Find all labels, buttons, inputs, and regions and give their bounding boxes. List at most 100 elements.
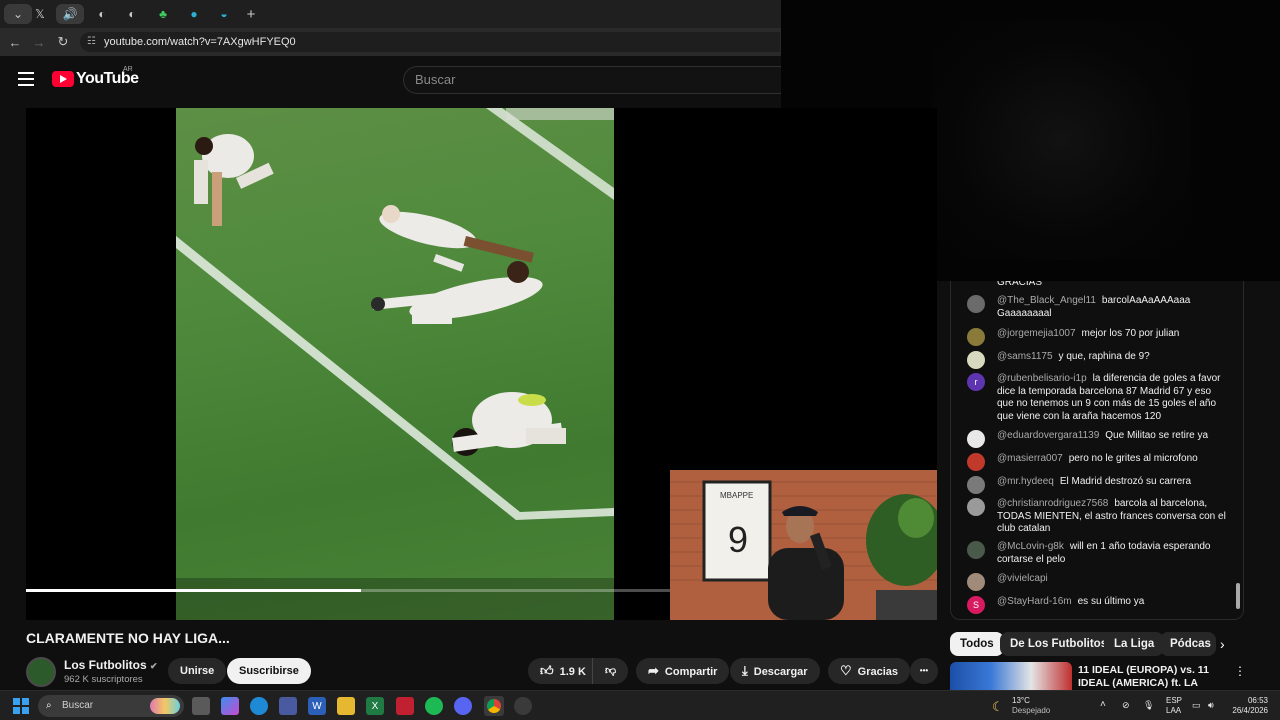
- clock-date[interactable]: 26/4/2026: [1224, 706, 1268, 716]
- chat-message: @christianrodriguez7568 barcola al barcel…: [967, 498, 1229, 536]
- thanks-button[interactable]: ♡ Gracias: [828, 658, 911, 684]
- chrome-icon[interactable]: [484, 696, 504, 716]
- like-count: 1.9 K: [559, 666, 586, 678]
- chat-avatar[interactable]: [967, 573, 985, 591]
- network-icon[interactable]: ▭: [1192, 700, 1201, 710]
- moon-weather-icon: ☾: [992, 699, 1004, 714]
- site-info-icon[interactable]: ☷: [87, 32, 96, 52]
- chip-la-liga[interactable]: La Liga: [1104, 632, 1165, 656]
- chat-username[interactable]: @christianrodriguez7568: [997, 498, 1108, 509]
- tab-4[interactable]: ◐: [118, 4, 146, 24]
- tab-6[interactable]: ●: [180, 4, 208, 24]
- share-button[interactable]: ➦ Compartir: [636, 658, 730, 684]
- chat-username[interactable]: @vivielcapi: [997, 573, 1048, 584]
- like-button[interactable]: 👍︎ 1.9 K: [528, 658, 596, 684]
- chat-username[interactable]: @masierra007: [997, 453, 1063, 464]
- thanks-label: Gracias: [857, 666, 899, 678]
- chat-avatar[interactable]: [967, 453, 985, 471]
- file-explorer-icon[interactable]: [337, 697, 355, 715]
- back-arrow-icon[interactable]: ←: [6, 33, 24, 51]
- dislike-button[interactable]: 👎︎: [592, 658, 629, 684]
- chat-text: mejor los 70 por julian: [1081, 328, 1180, 339]
- join-button[interactable]: Unirse: [168, 658, 227, 684]
- chip-podcasts[interactable]: Pódcas: [1160, 632, 1216, 656]
- tab-x[interactable]: 𝕏: [26, 4, 54, 24]
- chevron-up-icon[interactable]: ˄: [1100, 700, 1106, 710]
- discord-icon[interactable]: [454, 697, 472, 715]
- chat-text: El Madrid destrozó su carrera: [1059, 476, 1192, 487]
- chat-avatar[interactable]: [967, 295, 985, 313]
- progress-bar[interactable]: [26, 589, 670, 592]
- task-view-icon[interactable]: [192, 697, 210, 715]
- subscriber-count: 962 K suscriptores: [64, 674, 143, 685]
- chat-avatar[interactable]: [967, 541, 985, 559]
- tab-favicon-icon: ♣: [159, 7, 167, 21]
- taskbar-search-input[interactable]: ⌕ Buscar: [38, 695, 184, 717]
- youtube-logo[interactable]: YouTube AR: [52, 66, 139, 88]
- language-layout[interactable]: LAA: [1166, 706, 1181, 716]
- player-lying-2: [379, 205, 534, 272]
- chat-avatar[interactable]: [967, 498, 985, 516]
- menu-icon[interactable]: [18, 72, 34, 86]
- chip-all[interactable]: Todos: [950, 632, 1004, 656]
- suggested-video-thumbnail[interactable]: [950, 662, 1072, 690]
- speaker-icon: 🔊: [62, 7, 78, 21]
- channel-name[interactable]: Los Futbolitos ✔: [64, 658, 158, 672]
- language-code[interactable]: ESP: [1166, 696, 1182, 706]
- chat-username[interactable]: @jorgemejia1007: [997, 328, 1076, 339]
- chat-avatar[interactable]: [967, 476, 985, 494]
- reload-icon[interactable]: ↻: [54, 33, 72, 51]
- download-button[interactable]: ⤓ Descargar: [730, 658, 820, 684]
- video-title: CLARAMENTE NO HAY LIGA...: [26, 630, 230, 646]
- chat-avatar[interactable]: [967, 430, 985, 448]
- windows-start-icon[interactable]: [12, 697, 30, 715]
- chat-message-body: @StayHard-16m es su último ya: [997, 596, 1229, 609]
- chat-avatar[interactable]: [967, 351, 985, 369]
- video-player[interactable]: MBAPPE 9: [26, 108, 937, 620]
- spotify-icon[interactable]: [425, 697, 443, 715]
- excel-icon[interactable]: X: [366, 697, 384, 715]
- chat-avatar[interactable]: [967, 328, 985, 346]
- chat-username[interactable]: @McLovin-g8k: [997, 541, 1064, 552]
- url-text: youtube.com/watch?v=7AXgwHFYEQ0: [104, 36, 296, 48]
- chat-username[interactable]: @eduardovergara1139: [997, 430, 1099, 441]
- word-icon[interactable]: W: [308, 697, 326, 715]
- chat-username[interactable]: @sams1175: [997, 351, 1053, 362]
- chat-username[interactable]: @mr.hydeeq: [997, 476, 1054, 487]
- chat-message: @jorgemejia1007 mejor los 70 por julian: [967, 328, 1229, 346]
- chat-username[interactable]: @rubenbelisario-i1p: [997, 373, 1087, 384]
- copilot-icon[interactable]: [221, 697, 239, 715]
- new-tab-button[interactable]: +: [237, 4, 265, 24]
- more-actions-button[interactable]: •••: [910, 658, 938, 684]
- microphone-icon[interactable]: 🎙︎: [1143, 700, 1154, 710]
- chat-message-body: @eduardovergara1139 Que Militao se retire…: [997, 430, 1229, 443]
- search-input[interactable]: Buscar: [403, 66, 781, 94]
- tab-youtube-active[interactable]: 🔊: [56, 4, 84, 24]
- chat-scrollbar[interactable]: [1236, 583, 1240, 609]
- no-connection-icon[interactable]: ⊘: [1122, 700, 1130, 710]
- tab-5[interactable]: ♣: [149, 4, 177, 24]
- edge-icon[interactable]: [250, 697, 268, 715]
- store-icon[interactable]: [279, 697, 297, 715]
- app-icon-2[interactable]: [514, 697, 532, 715]
- app-icon[interactable]: [396, 697, 414, 715]
- chat-message-body: @The_Black_Angel11 barcolAaAaAAAaaa Gaaaa…: [997, 295, 1229, 320]
- chat-username[interactable]: @The_Black_Angel11: [997, 295, 1096, 306]
- x-logo-icon: 𝕏: [35, 7, 45, 21]
- chip-channel[interactable]: De Los Futbolitos: [1000, 632, 1118, 656]
- chevron-right-icon[interactable]: ›: [1220, 636, 1225, 652]
- address-bar[interactable]: ☷ youtube.com/watch?v=7AXgwHFYEQ0: [80, 32, 780, 52]
- channel-avatar[interactable]: [26, 657, 56, 687]
- clock-time[interactable]: 06:53: [1230, 696, 1268, 706]
- forward-arrow-icon[interactable]: →: [30, 33, 48, 51]
- chat-username[interactable]: @StayHard-16m: [997, 596, 1072, 607]
- more-vert-icon[interactable]: ⋮: [1234, 664, 1246, 678]
- subscribe-button[interactable]: Suscribirse: [227, 658, 311, 684]
- dark-scene: [931, 20, 1191, 260]
- tab-3[interactable]: ◐: [88, 4, 116, 24]
- chat-avatar[interactable]: r: [967, 373, 985, 391]
- tab-7[interactable]: ◒: [210, 4, 238, 24]
- chat-avatar[interactable]: S: [967, 596, 985, 614]
- tab-favicon-icon: ◐: [128, 7, 136, 21]
- volume-icon[interactable]: 🔊︎: [1208, 700, 1214, 710]
